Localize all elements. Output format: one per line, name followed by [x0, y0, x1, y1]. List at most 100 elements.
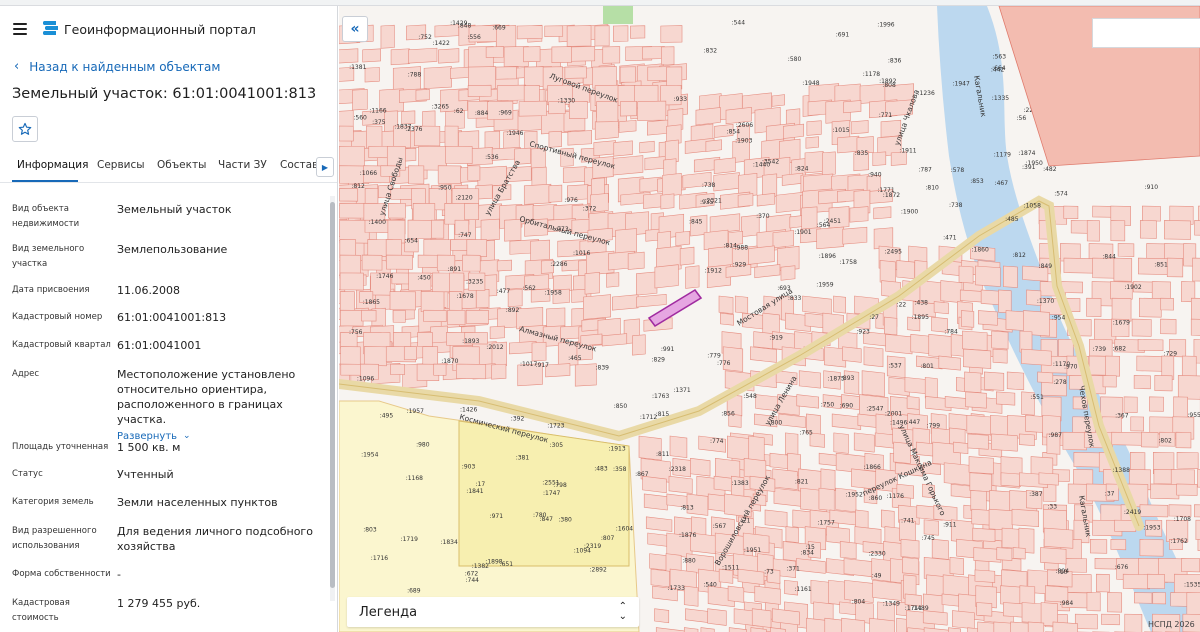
land-parcel[interactable]	[361, 254, 383, 271]
land-parcel[interactable]	[465, 309, 489, 324]
land-parcel[interactable]	[362, 48, 381, 63]
land-parcel[interactable]	[751, 608, 772, 628]
land-parcel[interactable]	[1110, 539, 1127, 551]
land-parcel[interactable]	[1027, 621, 1045, 632]
land-parcel[interactable]	[722, 346, 744, 372]
land-parcel[interactable]	[902, 556, 920, 575]
land-parcel[interactable]	[1186, 592, 1200, 617]
land-parcel[interactable]	[843, 558, 873, 578]
land-parcel[interactable]	[1003, 265, 1018, 288]
land-parcel[interactable]	[1176, 483, 1198, 496]
land-parcel[interactable]	[392, 309, 406, 323]
land-parcel[interactable]	[612, 155, 644, 176]
land-parcel[interactable]	[496, 84, 526, 101]
land-parcel[interactable]	[431, 219, 445, 239]
land-parcel[interactable]	[796, 558, 826, 574]
land-parcel[interactable]	[437, 165, 461, 184]
land-parcel[interactable]	[843, 100, 862, 114]
land-parcel[interactable]	[1152, 592, 1167, 605]
land-parcel[interactable]	[339, 48, 359, 64]
land-parcel[interactable]	[969, 472, 992, 493]
land-parcel[interactable]	[975, 265, 1001, 287]
land-parcel[interactable]	[728, 627, 747, 632]
land-parcel[interactable]	[679, 246, 695, 266]
land-parcel[interactable]	[970, 490, 987, 512]
land-parcel[interactable]	[798, 370, 821, 389]
land-parcel[interactable]	[423, 66, 452, 90]
land-parcel[interactable]	[567, 130, 593, 146]
land-parcel[interactable]	[420, 291, 445, 313]
land-parcel[interactable]	[1110, 220, 1126, 242]
land-parcel[interactable]	[818, 487, 835, 512]
land-parcel[interactable]	[967, 433, 989, 450]
land-parcel[interactable]	[415, 89, 430, 101]
land-parcel[interactable]	[861, 370, 885, 397]
land-parcel[interactable]	[645, 516, 673, 532]
land-parcel[interactable]	[596, 100, 619, 123]
land-parcel[interactable]	[806, 120, 822, 136]
land-parcel[interactable]	[695, 107, 721, 126]
land-parcel[interactable]	[850, 120, 869, 135]
land-parcel[interactable]	[983, 371, 1005, 391]
land-parcel[interactable]	[1113, 257, 1133, 282]
land-parcel[interactable]	[924, 377, 938, 400]
land-parcel[interactable]	[1195, 519, 1200, 540]
land-parcel[interactable]	[403, 346, 417, 360]
land-parcel[interactable]	[831, 413, 862, 430]
land-parcel[interactable]	[523, 46, 541, 63]
land-parcel[interactable]	[392, 66, 422, 93]
land-parcel[interactable]	[584, 272, 600, 295]
land-parcel[interactable]	[1021, 348, 1052, 366]
land-parcel[interactable]	[1003, 602, 1025, 618]
land-parcel[interactable]	[1194, 220, 1200, 236]
land-parcel[interactable]	[655, 627, 686, 632]
land-parcel[interactable]	[1063, 205, 1079, 220]
land-parcel[interactable]	[615, 228, 637, 255]
land-parcel[interactable]	[654, 264, 679, 289]
legend-dropdown[interactable]: Легенда ⌃ ⌄	[347, 597, 639, 627]
land-parcel[interactable]	[1089, 539, 1108, 554]
tab-information[interactable]: Информация	[17, 159, 88, 171]
land-parcel[interactable]	[820, 468, 836, 491]
land-parcel[interactable]	[1177, 375, 1200, 400]
land-parcel[interactable]	[1191, 297, 1200, 321]
land-parcel[interactable]	[873, 206, 892, 220]
land-parcel[interactable]	[1111, 431, 1142, 446]
land-parcel[interactable]	[391, 272, 410, 285]
land-parcel[interactable]	[683, 627, 699, 632]
land-parcel[interactable]	[669, 435, 688, 458]
land-parcel[interactable]	[1092, 205, 1114, 218]
land-parcel[interactable]	[822, 151, 836, 176]
land-parcel[interactable]	[1150, 483, 1180, 500]
land-parcel[interactable]	[1037, 371, 1054, 384]
land-parcel[interactable]	[643, 493, 668, 511]
land-parcel[interactable]	[841, 617, 866, 632]
land-parcel[interactable]	[466, 239, 487, 257]
land-parcel[interactable]	[386, 254, 413, 270]
land-parcel[interactable]	[1142, 205, 1161, 222]
land-parcel[interactable]	[339, 272, 364, 291]
land-parcel[interactable]	[885, 333, 913, 355]
land-parcel[interactable]	[1154, 375, 1173, 392]
land-parcel[interactable]	[771, 94, 785, 107]
land-parcel[interactable]	[594, 25, 610, 47]
land-parcel[interactable]	[1038, 472, 1059, 486]
land-parcel[interactable]	[863, 346, 884, 368]
land-parcel[interactable]	[833, 295, 846, 314]
panel-scrollbar-thumb[interactable]	[330, 202, 335, 588]
land-parcel[interactable]	[1131, 318, 1152, 337]
land-parcel[interactable]	[574, 363, 597, 387]
land-parcel[interactable]	[1164, 220, 1191, 240]
land-parcel[interactable]	[467, 165, 481, 181]
land-parcel[interactable]	[734, 295, 749, 314]
land-parcel[interactable]	[1192, 257, 1200, 282]
land-parcel[interactable]	[785, 432, 799, 456]
land-parcel[interactable]	[654, 608, 670, 624]
land-parcel[interactable]	[948, 627, 961, 632]
land-parcel[interactable]	[489, 325, 505, 339]
land-parcel[interactable]	[613, 140, 633, 157]
land-parcel[interactable]	[647, 119, 669, 136]
land-parcel[interactable]	[447, 309, 466, 326]
land-parcel[interactable]	[1190, 318, 1200, 336]
land-parcel[interactable]	[612, 294, 639, 311]
